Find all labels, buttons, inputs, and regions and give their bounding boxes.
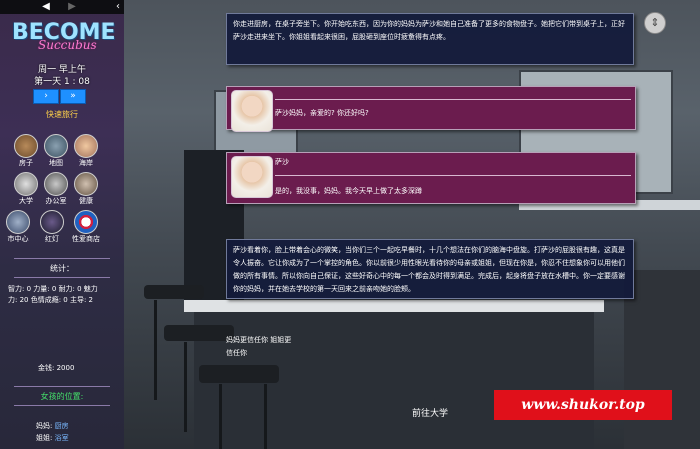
dialogue-box: 萨沙妈妈，亲爱的? 你还好吗? [226, 86, 636, 132]
narration-text: 萨沙看着你，脸上带着会心的微笑，当你们三个一起吃早餐时，十几个想法在你们的脑海中… [233, 246, 625, 293]
divider [14, 405, 110, 406]
girl-name: 妈妈: [36, 422, 53, 430]
office-icon [44, 172, 68, 196]
choice-label: 妈妈更信任你 姐姐更 [226, 336, 292, 344]
girl-location-row: 妈妈: 厨房 [36, 421, 69, 431]
dialogue-text: 萨沙妈妈，亲爱的? 你还好吗? [275, 109, 369, 117]
sex-shop-icon [74, 210, 98, 234]
location-downtown[interactable]: 市中心 [4, 210, 32, 243]
go-to-university-button[interactable]: 前往大学 [380, 406, 480, 419]
location-label: 市中心 [7, 235, 29, 243]
watermark: www.shukor.top [494, 390, 672, 420]
girl-location-row: 姐姐: 浴室 [36, 433, 69, 443]
bar-stool [144, 285, 204, 299]
quick-travel-title: 快速旅行 [46, 110, 78, 119]
location-health[interactable]: 健康 [72, 172, 100, 205]
health-icon [74, 172, 98, 196]
stats-line: 智力: 0 力量: 0 耐力: 0 魅力 [8, 285, 98, 293]
sidebar-topbar: ◀ ▶ ‹ [0, 0, 124, 14]
location-sex-shop[interactable]: 性爱商店 [72, 210, 100, 243]
location-label: 海岸 [79, 159, 93, 167]
location-office[interactable]: 办公室 [42, 172, 70, 205]
arrow-left-icon[interactable]: ◀ [36, 0, 56, 14]
bar-stool [164, 325, 234, 341]
time-label: 第一天 1 : 08 [34, 77, 90, 87]
girls-location-title: 女孩的位置: [40, 392, 84, 401]
stool-leg [184, 342, 187, 432]
sidebar: ◀ ▶ ‹ BECOME Succubus 周一 早上午 第一天 1 : 08 … [0, 0, 124, 449]
sasha-avatar [231, 156, 273, 198]
arrow-right-icon[interactable]: ▶ [62, 0, 82, 14]
location-label: 办公室 [45, 197, 67, 205]
location-house[interactable]: 房子 [12, 134, 40, 167]
narration-text: 你走进厨房，在桌子旁坐下。你开始吃东西，因为你的妈妈为萨沙和她自己准备了更多的食… [233, 20, 625, 41]
divider [14, 277, 110, 278]
mom-avatar [231, 90, 273, 132]
girl-name: 姐姐: [36, 434, 53, 442]
next-time-button[interactable]: › [33, 89, 59, 104]
map-icon [44, 134, 68, 158]
red-light-icon [40, 210, 64, 234]
location-label: 性爱商店 [72, 235, 100, 243]
speaker-name: 萨沙 [275, 158, 289, 166]
location-beach[interactable]: 海岸 [72, 134, 100, 167]
divider [14, 258, 110, 259]
divider [14, 386, 110, 387]
location-label: 房子 [19, 159, 33, 167]
university-icon [14, 172, 38, 196]
stats-line: 力: 20 色情成瘾: 0 主导: 2 [8, 296, 94, 304]
divider [275, 99, 631, 100]
beach-icon [74, 134, 98, 158]
narration-box: 萨沙看着你，脸上带着会心的微笑，当你们三个一起吃早餐时，十几个想法在你们的脑海中… [226, 239, 634, 299]
kitchen-background [124, 0, 700, 449]
island-countertop [184, 300, 604, 312]
up-down-arrow-icon[interactable]: ⇕ [644, 12, 666, 34]
location-label: 大学 [19, 197, 33, 205]
narration-box: 你走进厨房，在桌子旁坐下。你开始吃东西，因为你的妈妈为萨沙和她自己准备了更多的食… [226, 13, 634, 65]
stool-leg [219, 384, 222, 449]
house-icon [14, 134, 38, 158]
stool-leg [264, 384, 267, 449]
dialogue-box: 萨沙 是的，我没事，妈妈。我今天早上做了太多深蹲 [226, 152, 636, 204]
stats-title: 统计： [50, 264, 74, 273]
skip-time-button[interactable]: » [60, 89, 86, 104]
money-label: 金钱: 2000 [38, 364, 75, 372]
stool-leg [154, 300, 157, 400]
downtown-icon [6, 210, 30, 234]
bar-stool [199, 365, 279, 383]
location-university[interactable]: 大学 [12, 172, 40, 205]
girl-place-link[interactable]: 浴室 [55, 434, 69, 442]
location-map[interactable]: 地图 [42, 134, 70, 167]
divider [275, 175, 631, 176]
location-red-light[interactable]: 红灯 [38, 210, 66, 243]
chevron-left-icon[interactable]: ‹ [108, 0, 124, 14]
location-label: 健康 [79, 197, 93, 205]
location-label: 地图 [49, 159, 63, 167]
choice-button[interactable]: 信任你 [226, 348, 247, 358]
game-logo: BECOME Succubus [12, 22, 116, 54]
girl-place-link[interactable]: 厨房 [55, 422, 69, 430]
location-label: 红灯 [45, 235, 59, 243]
dialogue-text: 是的，我没事，妈妈。我今天早上做了太多深蹲 [275, 187, 422, 195]
logo-subtitle: Succubus [38, 38, 97, 52]
cabinet [624, 270, 700, 449]
